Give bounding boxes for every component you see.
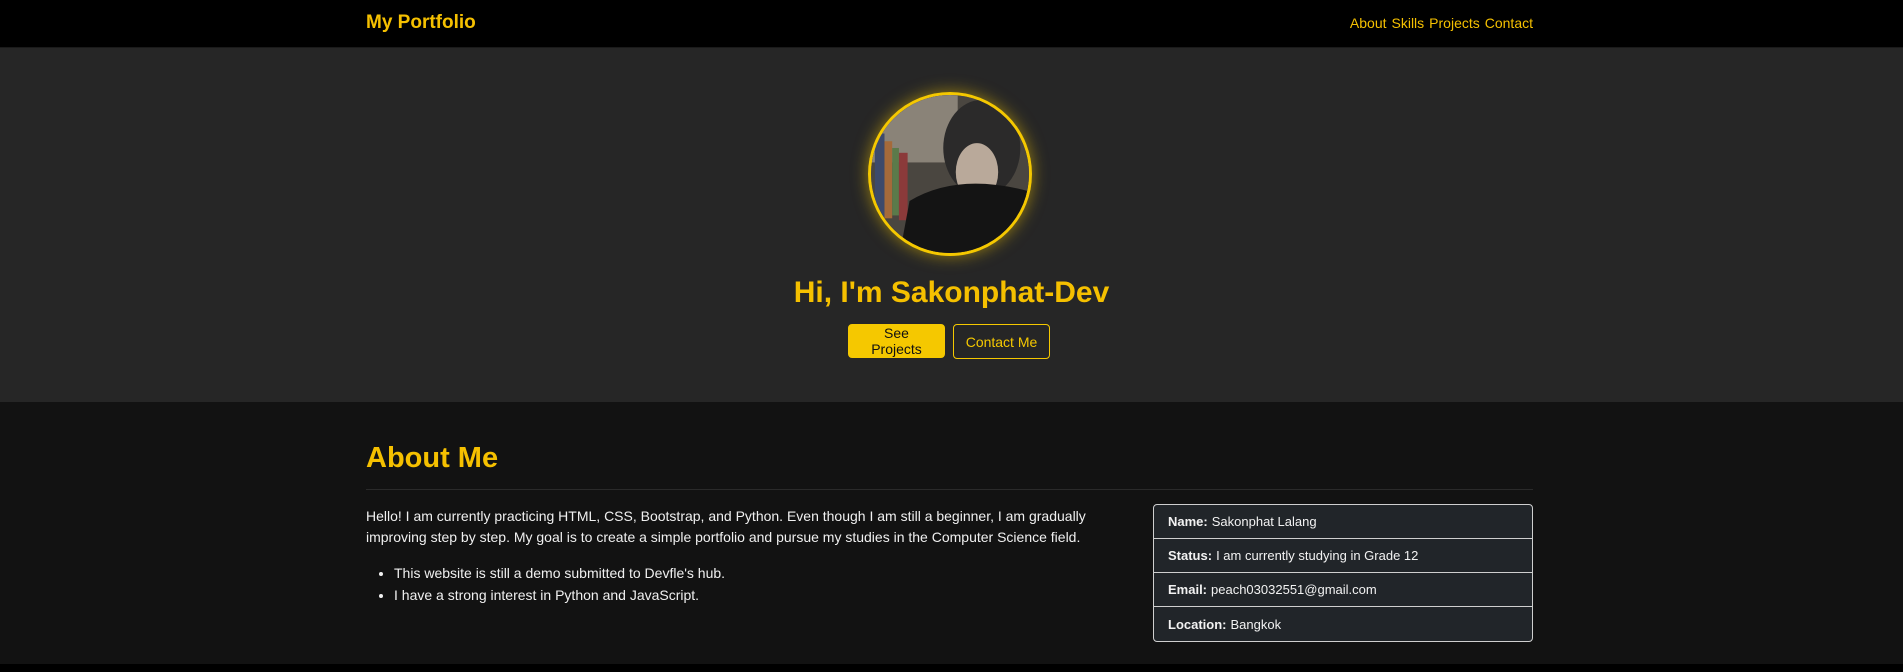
info-value: I am currently studying in Grade 12 [1216,548,1419,563]
navbar: My Portfolio About Skills Projects Conta… [0,0,1903,48]
nav-link-skills[interactable]: Skills [1392,15,1425,31]
info-label: Location: [1168,616,1227,632]
info-label: Name: [1168,514,1208,529]
nav-link-projects[interactable]: Projects [1429,15,1480,31]
brand-link[interactable]: My Portfolio [366,12,476,34]
hero-greeting: Hi, I'm [793,276,883,309]
footer-strip [0,664,1903,672]
hero-title: Hi, I'm Sakonphat-Dev [0,276,1903,310]
about-paragraph: Hello! I am currently practicing HTML, C… [366,508,1086,545]
profile-photo-image [871,95,1029,253]
about-heading: About Me [366,442,499,474]
nav-links: About Skills Projects Contact [1350,15,1533,31]
hero-section: Hi, I'm Sakonphat-Dev See Projects Conta… [0,48,1903,402]
hero-name: Sakonphat-Dev [890,276,1110,309]
list-item: I have a strong interest in Python and J… [394,584,725,606]
contact-me-button[interactable]: Contact Me [953,324,1050,359]
about-divider [366,489,1533,490]
info-value: Sakonphat Lalang [1211,514,1317,529]
info-value: peach03032551@gmail.com [1211,582,1377,597]
nav-link-contact[interactable]: Contact [1485,15,1533,31]
info-row-status: Status: I am currently studying in Grade… [1154,539,1532,573]
info-row-email: Email: peach03032551@gmail.com [1154,573,1532,607]
about-bullet-list: This website is still a demo submitted t… [394,562,725,606]
info-label: Status: [1168,548,1213,563]
info-value: Bangkok [1230,616,1282,632]
info-row-name: Name: Sakonphat Lalang [1154,505,1532,539]
about-section: About Me Hello! I am currently practicin… [0,402,1903,664]
hero-buttons: See Projects Contact Me [848,324,1050,359]
list-item: This website is still a demo submitted t… [394,562,725,584]
info-label: Email: [1168,582,1208,597]
see-projects-button[interactable]: See Projects [848,324,945,358]
info-card: Name: Sakonphat Lalang Status: I am curr… [1153,504,1533,642]
info-row-location: Location: Bangkok [1154,607,1532,641]
profile-avatar [868,92,1032,256]
nav-link-about[interactable]: About [1350,15,1387,31]
